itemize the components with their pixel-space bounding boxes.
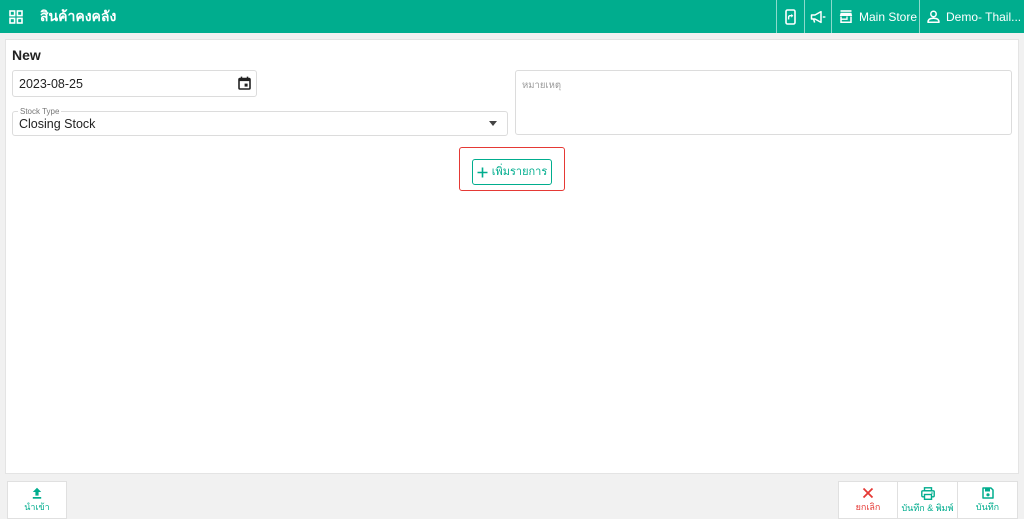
mobile-share-button[interactable] xyxy=(776,0,804,33)
save-and-print-label: บันทึก & พิมพ์ xyxy=(901,503,954,513)
save-and-print-button[interactable]: บันทึก & พิมพ์ xyxy=(898,481,958,519)
notes-input[interactable] xyxy=(516,71,1011,134)
calendar-icon[interactable] xyxy=(238,76,251,90)
stock-type-value: Closing Stock xyxy=(19,117,96,131)
save-icon xyxy=(981,487,994,499)
upload-icon xyxy=(32,487,42,499)
save-button[interactable]: บันทึก xyxy=(958,481,1018,519)
add-item-button[interactable]: เพิ่มรายการ xyxy=(472,159,552,185)
form-heading: New xyxy=(12,47,41,63)
stock-type-select[interactable]: Stock Type Closing Stock xyxy=(12,107,508,136)
date-field[interactable] xyxy=(12,70,257,97)
user-name: Demo- Thail... xyxy=(946,9,1022,24)
store-selector[interactable]: Main Store xyxy=(831,0,919,33)
top-actions: Main Store Demo- Thail... xyxy=(776,0,1024,33)
import-label: นำเข้า xyxy=(24,502,50,512)
add-item-label: เพิ่มรายการ xyxy=(491,165,548,178)
store-icon xyxy=(839,10,853,23)
store-name: Main Store xyxy=(859,9,918,24)
phone-arrow-icon xyxy=(785,8,796,25)
form-card: New Stock Type Closing Stock เพิ่มรายการ xyxy=(6,40,1018,473)
cancel-button[interactable]: ยกเลิก xyxy=(838,481,898,519)
plus-icon xyxy=(477,167,488,177)
caret-down-icon[interactable] xyxy=(489,121,497,126)
megaphone-icon xyxy=(810,10,826,23)
page-title: สินค้าคงคลัง xyxy=(40,8,117,24)
user-icon xyxy=(927,10,940,23)
grid-icon xyxy=(9,10,23,24)
stock-type-label: Stock Type xyxy=(18,107,62,116)
announcements-button[interactable] xyxy=(804,0,831,33)
printer-icon xyxy=(920,487,935,500)
date-input[interactable] xyxy=(13,71,256,96)
cancel-label: ยกเลิก xyxy=(855,502,881,512)
import-button[interactable]: นำเข้า xyxy=(7,481,67,519)
top-app-bar: สินค้าคงคลัง Main Store Demo- Thail... xyxy=(0,0,1024,33)
notes-field[interactable] xyxy=(515,70,1012,135)
page: { "theme": { "accent": "#00AD8E", "dange… xyxy=(0,0,1024,519)
save-label: บันทึก xyxy=(975,502,1000,512)
user-menu[interactable]: Demo- Thail... xyxy=(919,0,1024,33)
close-icon xyxy=(862,487,874,499)
apps-menu-button[interactable] xyxy=(8,9,24,25)
